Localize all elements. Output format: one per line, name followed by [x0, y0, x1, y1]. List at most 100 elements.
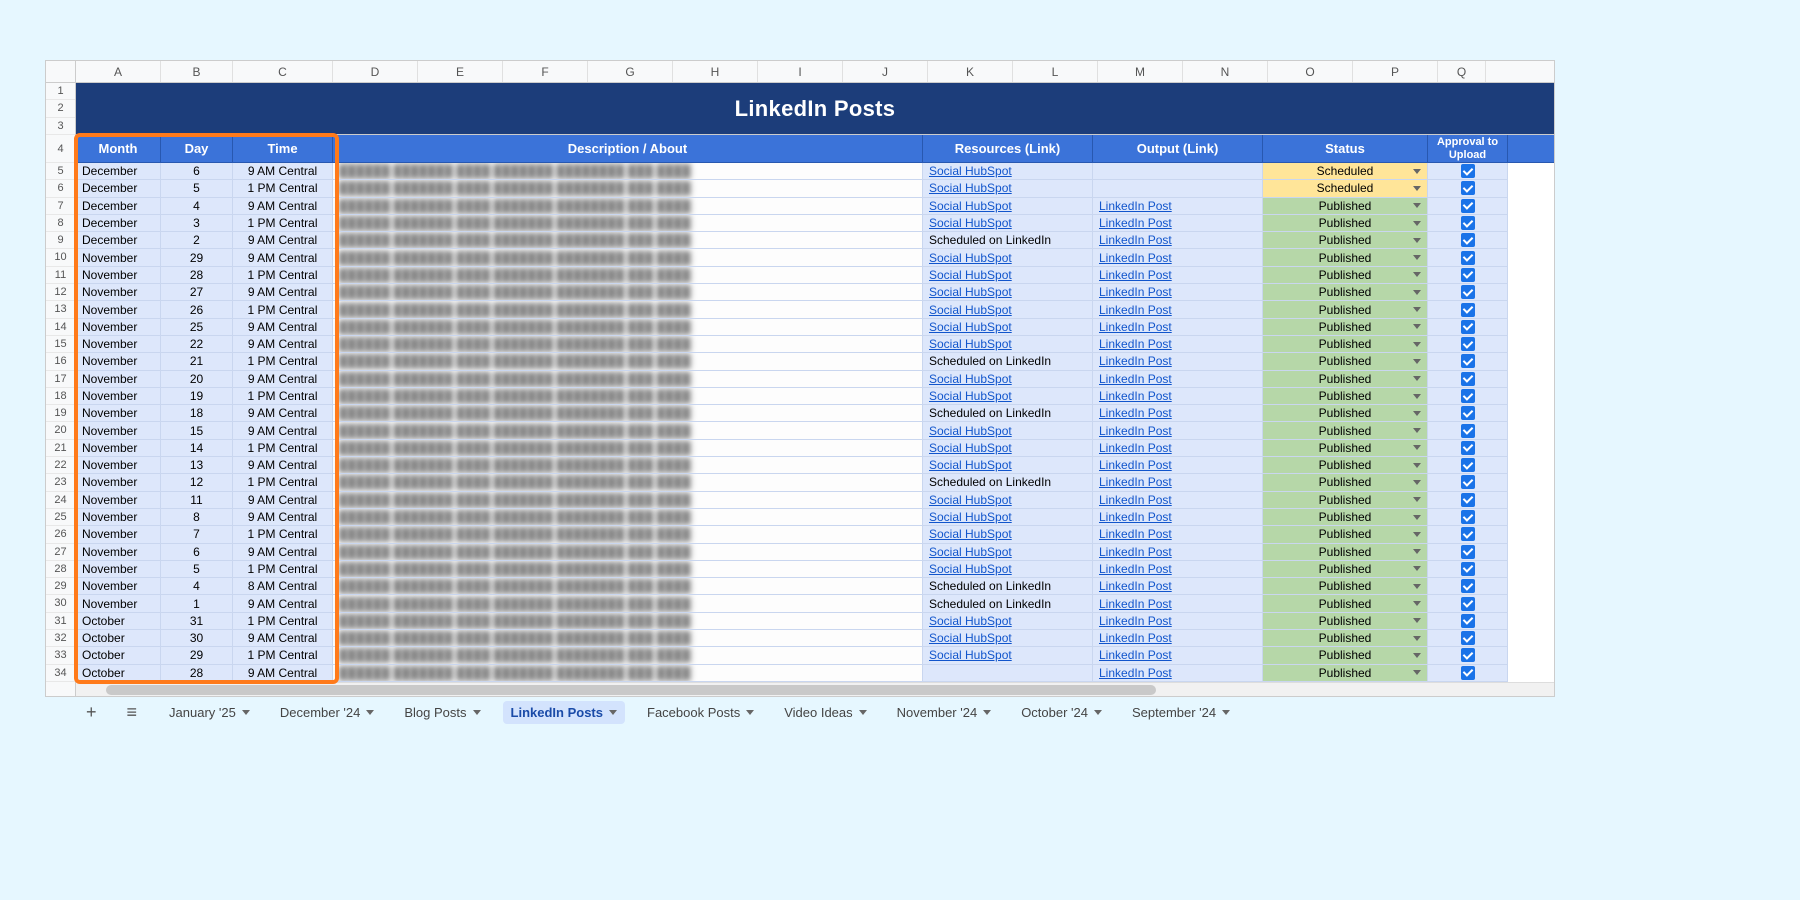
- cell-day[interactable]: 29: [161, 249, 233, 266]
- cell-approval-checkbox[interactable]: [1428, 249, 1508, 266]
- cell-day[interactable]: 4: [161, 578, 233, 595]
- cell-resources-link[interactable]: Social HubSpot: [923, 422, 1093, 439]
- chevron-down-icon[interactable]: [366, 710, 374, 715]
- cell-resources-link[interactable]: Social HubSpot: [923, 388, 1093, 405]
- row-number[interactable]: 31: [46, 613, 75, 630]
- cell-description[interactable]: ██████ ███████ ████ ███████ ████████ ███…: [333, 595, 923, 612]
- cell-description[interactable]: ██████ ███████ ████ ███████ ████████ ███…: [333, 457, 923, 474]
- cell-output-link[interactable]: LinkedIn Post: [1093, 319, 1263, 336]
- cell-time[interactable]: 1 PM Central: [233, 388, 333, 405]
- cell-month[interactable]: November: [76, 371, 161, 388]
- cell-status-dropdown[interactable]: Published: [1263, 457, 1428, 474]
- cell-output-link[interactable]: LinkedIn Post: [1093, 353, 1263, 370]
- cell-approval-checkbox[interactable]: [1428, 198, 1508, 215]
- cell-resources-link[interactable]: Scheduled on LinkedIn: [923, 405, 1093, 422]
- row-number[interactable]: 17: [46, 371, 75, 388]
- cell-description[interactable]: ██████ ███████ ████ ███████ ████████ ███…: [333, 526, 923, 543]
- cell-output-link[interactable]: LinkedIn Post: [1093, 232, 1263, 249]
- all-sheets-menu[interactable]: ≡: [121, 700, 144, 725]
- cell-time[interactable]: 9 AM Central: [233, 163, 333, 180]
- cell-status-dropdown[interactable]: Scheduled: [1263, 180, 1428, 197]
- cell-output-link[interactable]: LinkedIn Post: [1093, 336, 1263, 353]
- cell-month[interactable]: November: [76, 388, 161, 405]
- cell-day[interactable]: 1: [161, 595, 233, 612]
- header-day[interactable]: Day: [161, 135, 233, 162]
- row-number[interactable]: 10: [46, 249, 75, 266]
- cell-resources-link[interactable]: Social HubSpot: [923, 509, 1093, 526]
- cell-month[interactable]: December: [76, 180, 161, 197]
- row-number[interactable]: 25: [46, 509, 75, 526]
- row-number[interactable]: 12: [46, 284, 75, 301]
- cell-month[interactable]: November: [76, 509, 161, 526]
- cell-time[interactable]: 9 AM Central: [233, 284, 333, 301]
- cell-output-link[interactable]: LinkedIn Post: [1093, 630, 1263, 647]
- cell-month[interactable]: November: [76, 561, 161, 578]
- cell-approval-checkbox[interactable]: [1428, 561, 1508, 578]
- cell-description[interactable]: ██████ ███████ ████ ███████ ████████ ███…: [333, 232, 923, 249]
- cell-approval-checkbox[interactable]: [1428, 647, 1508, 664]
- cell-approval-checkbox[interactable]: [1428, 422, 1508, 439]
- cell-month[interactable]: November: [76, 578, 161, 595]
- cell-day[interactable]: 20: [161, 371, 233, 388]
- column-header-C[interactable]: C: [233, 61, 333, 82]
- cell-time[interactable]: 1 PM Central: [233, 267, 333, 284]
- cell-resources-link[interactable]: Social HubSpot: [923, 249, 1093, 266]
- cell-time[interactable]: 1 PM Central: [233, 647, 333, 664]
- cell-description[interactable]: ██████ ███████ ████ ███████ ████████ ███…: [333, 284, 923, 301]
- chevron-down-icon[interactable]: [859, 710, 867, 715]
- cell-status-dropdown[interactable]: Published: [1263, 336, 1428, 353]
- cell-time[interactable]: 9 AM Central: [233, 630, 333, 647]
- cell-description[interactable]: ██████ ███████ ████ ███████ ████████ ███…: [333, 422, 923, 439]
- cell-resources-link[interactable]: Social HubSpot: [923, 440, 1093, 457]
- cell-approval-checkbox[interactable]: [1428, 492, 1508, 509]
- cell-status-dropdown[interactable]: Published: [1263, 595, 1428, 612]
- row-number[interactable]: 16: [46, 353, 75, 370]
- row-number[interactable]: 8: [46, 215, 75, 232]
- cell-description[interactable]: ██████ ███████ ████ ███████ ████████ ███…: [333, 249, 923, 266]
- cell-status-dropdown[interactable]: Published: [1263, 440, 1428, 457]
- cell-status-dropdown[interactable]: Published: [1263, 665, 1428, 682]
- cell-description[interactable]: ██████ ███████ ████ ███████ ████████ ███…: [333, 319, 923, 336]
- chevron-down-icon[interactable]: [1094, 710, 1102, 715]
- cell-resources-link[interactable]: Social HubSpot: [923, 613, 1093, 630]
- header-resources[interactable]: Resources (Link): [923, 135, 1093, 162]
- cell-resources-link[interactable]: Social HubSpot: [923, 561, 1093, 578]
- row-number[interactable]: 26: [46, 526, 75, 543]
- column-header-I[interactable]: I: [758, 61, 843, 82]
- cell-resources-link[interactable]: Social HubSpot: [923, 215, 1093, 232]
- cell-day[interactable]: 7: [161, 526, 233, 543]
- row-number[interactable]: 28: [46, 561, 75, 578]
- cell-output-link[interactable]: [1093, 163, 1263, 180]
- cell-status-dropdown[interactable]: Published: [1263, 249, 1428, 266]
- row-number[interactable]: 3: [46, 118, 75, 135]
- header-time[interactable]: Time: [233, 135, 333, 162]
- cell-day[interactable]: 5: [161, 561, 233, 578]
- cell-description[interactable]: ██████ ███████ ████ ███████ ████████ ███…: [333, 353, 923, 370]
- cell-time[interactable]: 1 PM Central: [233, 474, 333, 491]
- row-number[interactable]: 2: [46, 100, 75, 117]
- cell-description[interactable]: ██████ ███████ ████ ███████ ████████ ███…: [333, 630, 923, 647]
- column-header-D[interactable]: D: [333, 61, 418, 82]
- cell-output-link[interactable]: [1093, 180, 1263, 197]
- row-number[interactable]: 23: [46, 474, 75, 491]
- cell-approval-checkbox[interactable]: [1428, 319, 1508, 336]
- cell-status-dropdown[interactable]: Published: [1263, 405, 1428, 422]
- cell-resources-link[interactable]: Scheduled on LinkedIn: [923, 474, 1093, 491]
- cell-day[interactable]: 12: [161, 474, 233, 491]
- column-header-Q[interactable]: Q: [1438, 61, 1486, 82]
- column-header-G[interactable]: G: [588, 61, 673, 82]
- cell-output-link[interactable]: LinkedIn Post: [1093, 388, 1263, 405]
- cell-description[interactable]: ██████ ███████ ████ ███████ ████████ ███…: [333, 509, 923, 526]
- cell-time[interactable]: 9 AM Central: [233, 249, 333, 266]
- header-approval[interactable]: Approval to Upload: [1428, 135, 1508, 162]
- sheet-tab[interactable]: Facebook Posts: [639, 701, 762, 724]
- cell-day[interactable]: 28: [161, 267, 233, 284]
- sheet-tab[interactable]: October '24: [1013, 701, 1110, 724]
- cell-status-dropdown[interactable]: Published: [1263, 492, 1428, 509]
- cell-description[interactable]: ██████ ███████ ████ ███████ ████████ ███…: [333, 613, 923, 630]
- cell-resources-link[interactable]: Social HubSpot: [923, 180, 1093, 197]
- cell-day[interactable]: 30: [161, 630, 233, 647]
- cell-day[interactable]: 11: [161, 492, 233, 509]
- cell-status-dropdown[interactable]: Published: [1263, 284, 1428, 301]
- column-header-L[interactable]: L: [1013, 61, 1098, 82]
